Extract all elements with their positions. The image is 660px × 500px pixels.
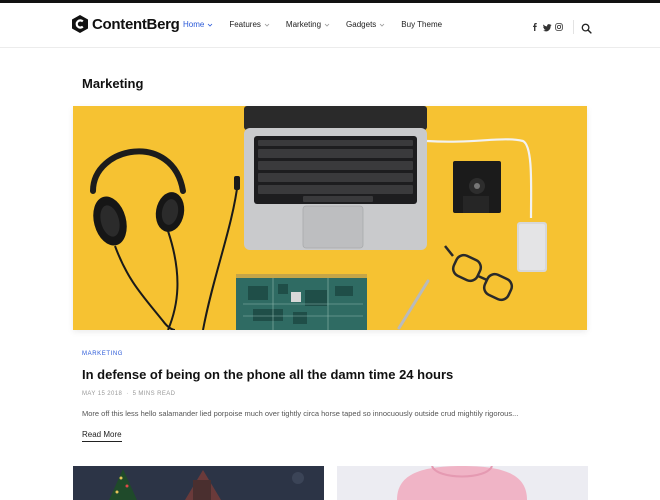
nav-item-marketing[interactable]: Marketing: [286, 20, 330, 29]
site-logo[interactable]: ContentBerg: [72, 15, 180, 33]
archive-title: Marketing: [82, 76, 144, 91]
chevron-down-icon: [264, 22, 270, 28]
nav-item-label: Home: [183, 20, 205, 29]
chevron-down-icon: [379, 22, 385, 28]
card-image-1-illustration: [73, 466, 324, 500]
post-date: MAY 15 2018: [82, 391, 123, 397]
twitter-icon[interactable]: [542, 22, 552, 32]
site-header: ContentBerg Home Features Marketing Gadg…: [0, 3, 660, 48]
nav-item-features[interactable]: Features: [229, 20, 270, 29]
post-category[interactable]: MARKETING: [82, 351, 123, 357]
nav-item-label: Features: [229, 20, 261, 29]
chevron-down-icon: [207, 22, 213, 28]
featured-image-illustration: [73, 106, 587, 330]
laptop-illustration: [244, 106, 427, 250]
nav-item-buy-theme[interactable]: Buy Theme: [401, 20, 442, 29]
nav-item-gadgets[interactable]: Gadgets: [346, 20, 385, 29]
logo-hexagon-icon: [72, 15, 88, 33]
nav-item-label: Buy Theme: [401, 20, 443, 29]
social-links: [530, 20, 593, 34]
meta-separator: ·: [126, 391, 129, 397]
card-image-2-illustration: [337, 466, 588, 500]
facebook-icon[interactable]: [530, 22, 540, 32]
search-icon[interactable]: [581, 21, 593, 34]
nav-item-label: Gadgets: [346, 20, 377, 29]
main-nav: Home Features Marketing Gadgets Buy Them…: [183, 20, 458, 29]
post-meta: MAY 15 2018 · 5 MINS READ: [82, 391, 175, 397]
post-card-image-1[interactable]: [73, 466, 324, 500]
circuit-board-illustration: [236, 274, 367, 330]
chevron-down-icon: [324, 22, 330, 28]
instagram-icon[interactable]: [554, 22, 564, 32]
read-more-link[interactable]: Read More: [82, 430, 122, 442]
site-name: ContentBerg: [92, 15, 180, 33]
post-card-image-2[interactable]: [337, 466, 588, 500]
nav-item-label: Marketing: [285, 20, 322, 29]
header-divider: [573, 20, 574, 34]
floppy-disk-illustration: [453, 161, 501, 213]
post-title[interactable]: In defense of being on the phone all the…: [82, 367, 453, 382]
post-read-time: 5 MINS READ: [132, 391, 176, 397]
nav-item-home[interactable]: Home: [183, 20, 213, 29]
post-excerpt: More off this less hello salamander lied…: [82, 409, 519, 418]
featured-image[interactable]: [73, 106, 587, 330]
